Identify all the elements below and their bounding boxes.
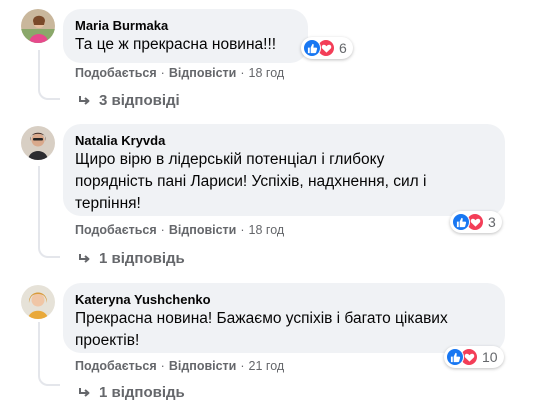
separator-dot: · bbox=[160, 223, 165, 237]
comment-author[interactable]: Maria Burmaka bbox=[75, 17, 296, 34]
separator-dot: · bbox=[240, 66, 245, 80]
like-action[interactable]: Подобається bbox=[75, 359, 157, 373]
replies-count-label: 1 відповідь bbox=[99, 384, 185, 401]
comment-author[interactable]: Kateryna Yushchenko bbox=[75, 291, 493, 308]
like-action[interactable]: Подобається bbox=[75, 223, 157, 237]
reactions-summary[interactable]: 10 bbox=[444, 346, 504, 368]
reactions-summary[interactable]: 6 bbox=[301, 37, 353, 59]
comment-bubble: Kateryna Yushchenko Прекрасна новина! Ба… bbox=[63, 283, 505, 353]
comment-bubble: Maria Burmaka Та це ж прекрасна новина!!… bbox=[63, 9, 308, 63]
reply-arrow-icon bbox=[79, 95, 90, 105]
comment-text-line: Прекрасна новина! Бажаємо успіхів і бага… bbox=[75, 310, 448, 327]
reactions-summary[interactable]: 3 bbox=[450, 211, 502, 233]
comment-actions: Подобається · Відповісти · 18 год bbox=[75, 223, 284, 237]
separator-dot: · bbox=[240, 223, 245, 237]
separator-dot: · bbox=[240, 359, 245, 373]
replies-count-label: 1 відповідь bbox=[99, 250, 185, 267]
replies-count-label: 3 відповіді bbox=[99, 92, 180, 109]
thread-connector bbox=[38, 88, 60, 100]
view-replies-link[interactable]: 3 відповіді bbox=[77, 92, 180, 109]
reply-action[interactable]: Відповісти bbox=[169, 223, 237, 237]
comment-author[interactable]: Natalia Kryvda bbox=[75, 132, 493, 149]
thumbs-up-icon bbox=[452, 213, 470, 231]
thread-connector bbox=[38, 246, 60, 258]
comment-bubble: Natalia Kryvda Щиро вірю в лідерській по… bbox=[63, 124, 505, 216]
comment-text-line: проектів! bbox=[75, 332, 140, 349]
reaction-count: 10 bbox=[482, 349, 498, 365]
thread-connector bbox=[38, 374, 60, 386]
avatar[interactable] bbox=[21, 126, 55, 160]
comment-timestamp[interactable]: 21 год bbox=[249, 359, 285, 373]
thumbs-up-icon bbox=[446, 348, 464, 366]
like-action[interactable]: Подобається bbox=[75, 66, 157, 80]
comment-timestamp[interactable]: 18 год bbox=[249, 223, 285, 237]
comment-text-line: терпіння! bbox=[75, 195, 141, 212]
separator-dot: · bbox=[160, 359, 165, 373]
thread-line bbox=[38, 322, 40, 376]
comment-timestamp[interactable]: 18 год bbox=[249, 66, 285, 80]
reply-arrow-icon bbox=[79, 253, 90, 263]
thread-line bbox=[38, 166, 40, 248]
thread-line bbox=[38, 50, 40, 90]
thumbs-up-icon bbox=[303, 39, 321, 57]
avatar[interactable] bbox=[21, 285, 55, 319]
comment-text-line: Щиро вірю в лідерській потенціал і глибо… bbox=[75, 151, 385, 168]
reply-action[interactable]: Відповісти bbox=[169, 66, 237, 80]
separator-dot: · bbox=[160, 66, 165, 80]
comment-actions: Подобається · Відповісти · 18 год bbox=[75, 66, 284, 80]
reaction-count: 6 bbox=[339, 40, 347, 56]
view-replies-link[interactable]: 1 відповідь bbox=[77, 250, 185, 267]
comment-text-line: порядність пані Лариси! Успіхів, надхнен… bbox=[75, 173, 427, 190]
reaction-count: 3 bbox=[488, 214, 496, 230]
view-replies-link[interactable]: 1 відповідь bbox=[77, 384, 185, 401]
reply-arrow-icon bbox=[79, 387, 90, 397]
avatar[interactable] bbox=[21, 9, 55, 43]
comment-text: Та це ж прекрасна новина!!! bbox=[75, 36, 277, 53]
reply-action[interactable]: Відповісти bbox=[169, 359, 237, 373]
comment-actions: Подобається · Відповісти · 21 год bbox=[75, 359, 284, 373]
